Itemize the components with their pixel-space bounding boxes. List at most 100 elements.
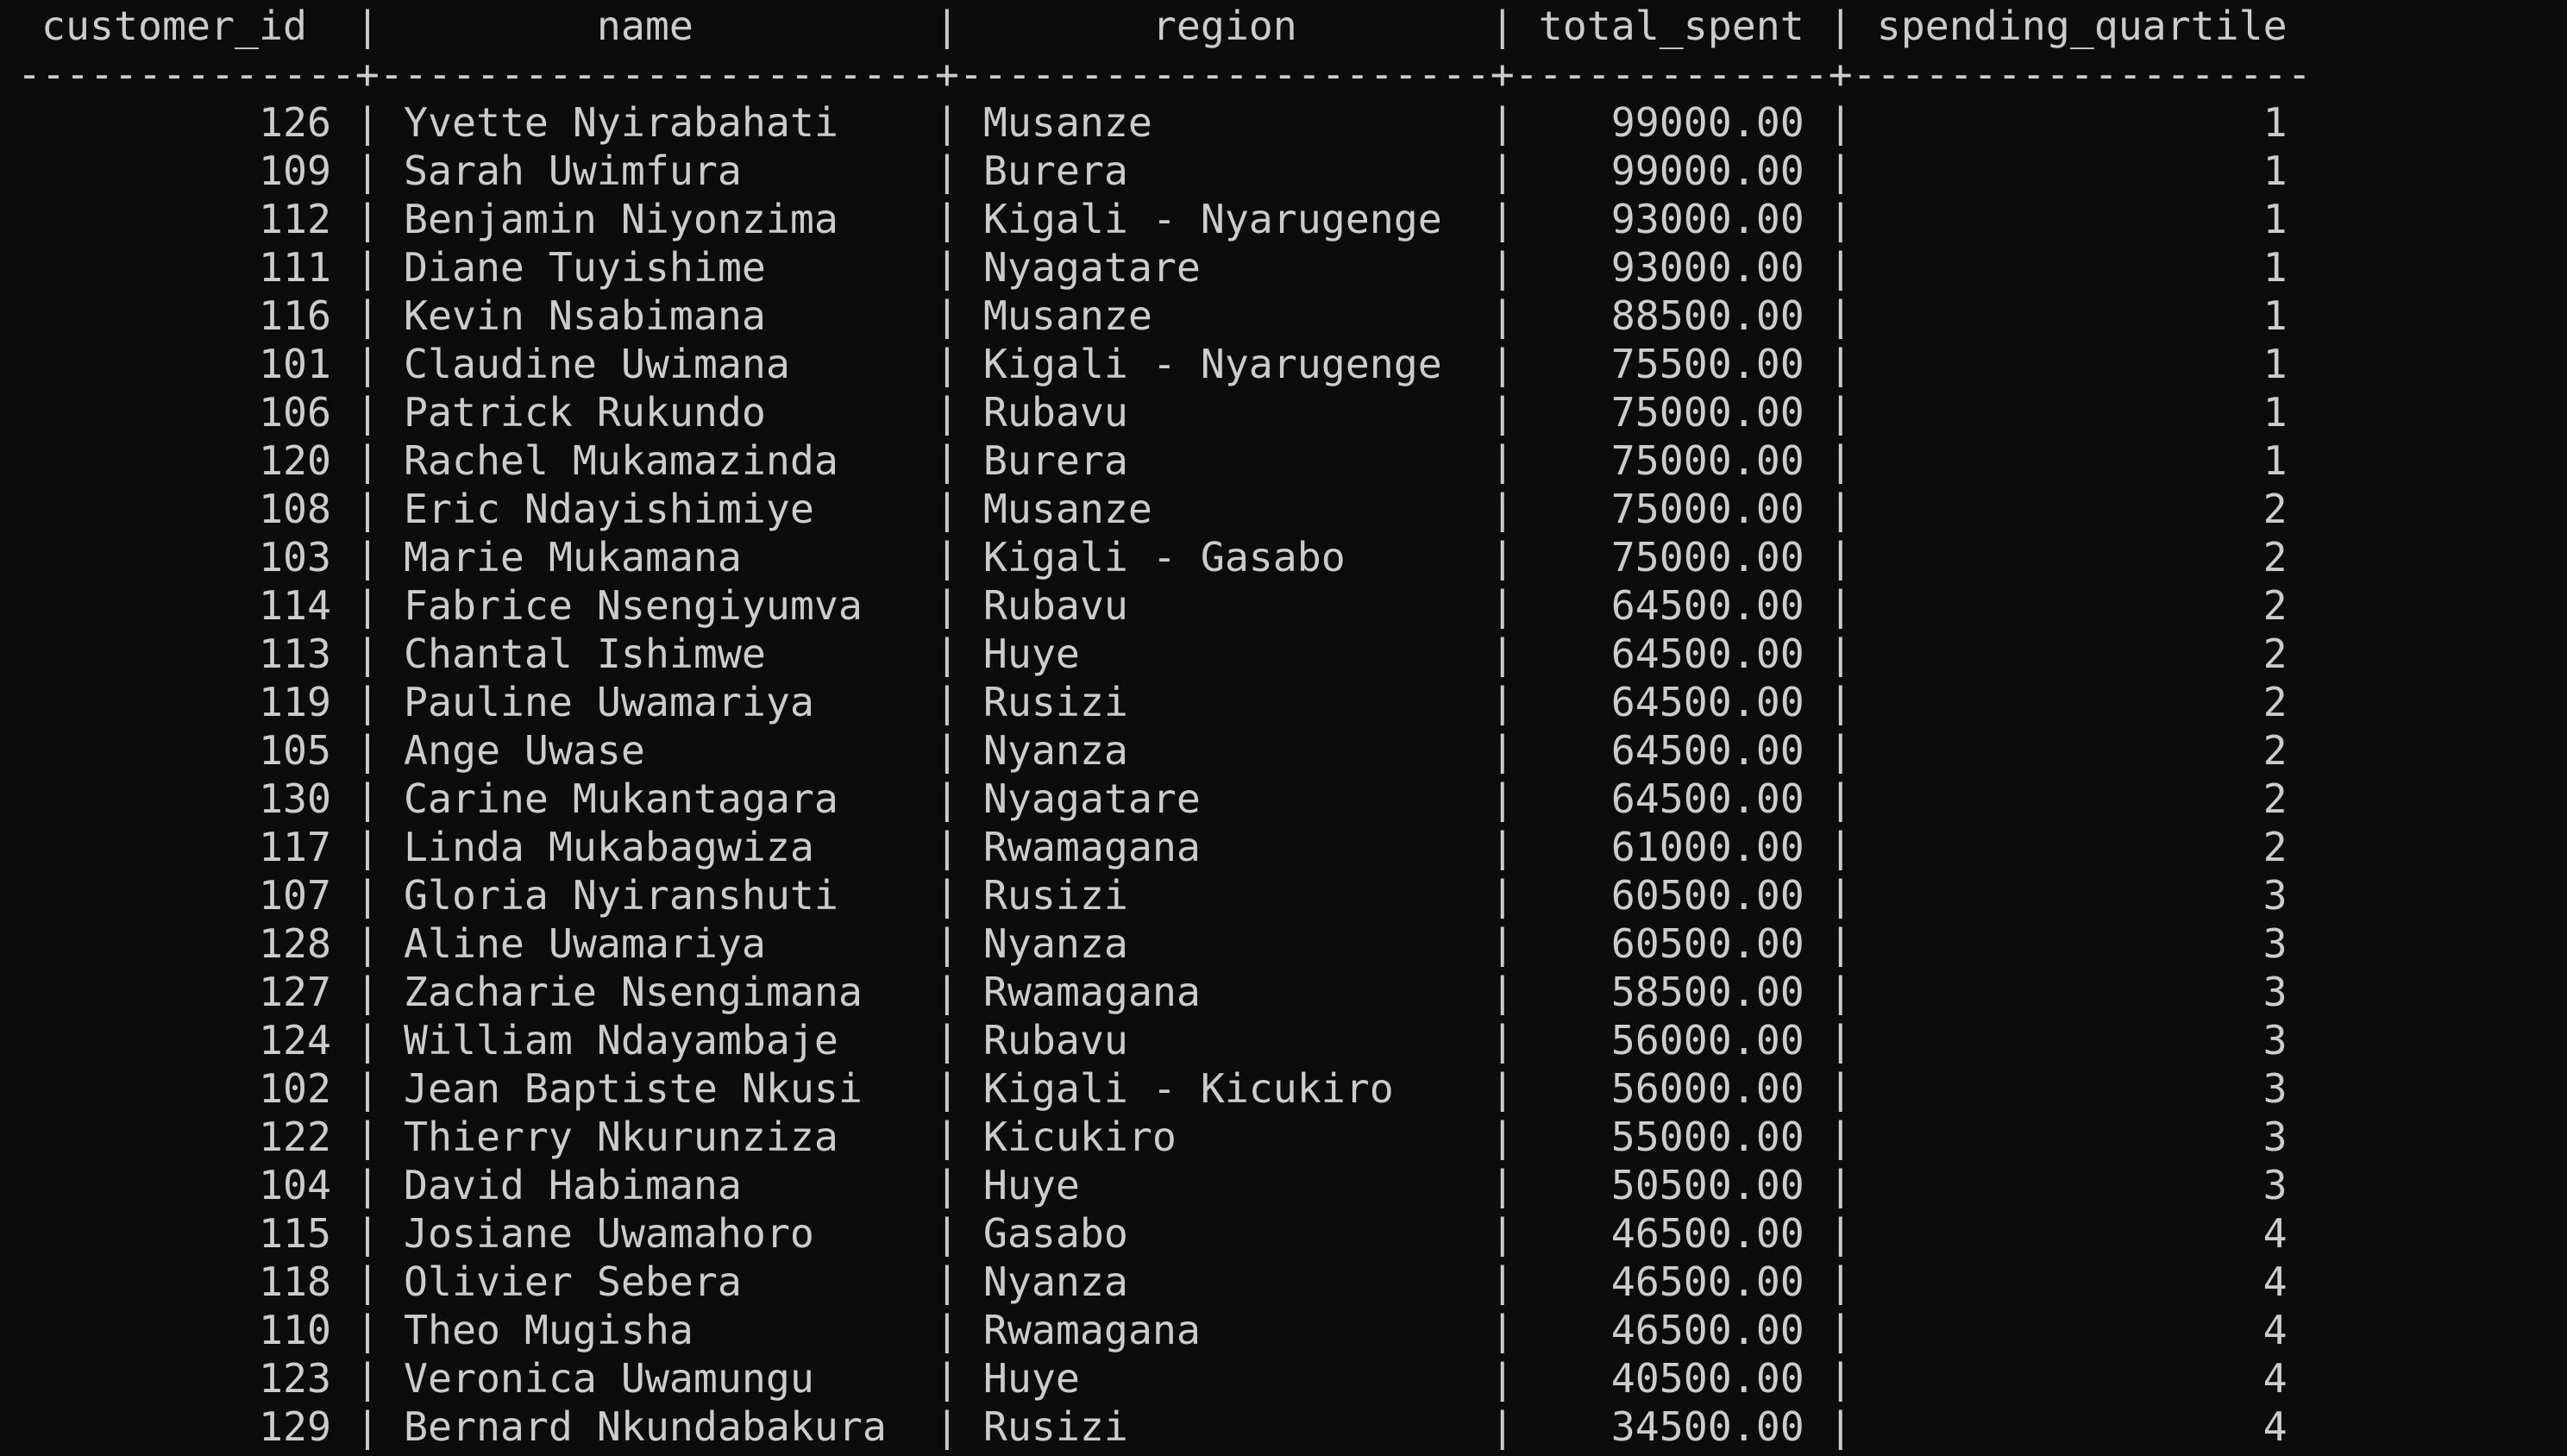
column-separator: | bbox=[1466, 244, 1515, 291]
column-separator: | bbox=[1466, 341, 1515, 387]
table-row: 116 | Kevin Nsabimana | Musanze | 88500.… bbox=[17, 292, 2312, 340]
column-separator: | bbox=[1466, 1258, 1515, 1305]
column-separator: | bbox=[1804, 534, 1853, 581]
column-header-pad bbox=[1515, 3, 1539, 49]
cell-pad bbox=[1515, 1162, 1539, 1208]
cell-name: Pauline Uwamariya bbox=[403, 679, 911, 725]
column-separator: | bbox=[330, 1162, 380, 1208]
cell-pad bbox=[1515, 775, 1539, 822]
column-separator: | bbox=[910, 1355, 959, 1402]
cell-customer-id: 112 bbox=[41, 196, 331, 242]
cell-total-spent: 56000.00 bbox=[1538, 1065, 1804, 1112]
cell-pad bbox=[380, 1162, 404, 1208]
cell-pad bbox=[1515, 631, 1539, 677]
cell-pad bbox=[1515, 341, 1539, 387]
cell-spending-quartile: 4 bbox=[1876, 1258, 2288, 1305]
cell-pad bbox=[380, 727, 404, 774]
column-separator: | bbox=[1804, 969, 1853, 1015]
cell-customer-id: 109 bbox=[41, 147, 331, 194]
column-separator: | bbox=[330, 534, 380, 581]
table-row: 112 | Benjamin Niyonzima | Kigali - Nyar… bbox=[17, 195, 2312, 243]
cell-pad bbox=[1853, 631, 1877, 677]
column-separator: | bbox=[1804, 631, 1853, 677]
table-row: 114 | Fabrice Nsengiyumva | Rubavu | 645… bbox=[17, 581, 2312, 630]
cell-spending-quartile: 2 bbox=[1876, 534, 2288, 581]
cell-pad bbox=[1515, 920, 1539, 967]
cell-customer-id: 123 bbox=[41, 1355, 331, 1402]
column-separator: | bbox=[1466, 824, 1515, 870]
cell-customer-id: 105 bbox=[41, 727, 331, 774]
cell-customer-id: 128 bbox=[41, 920, 331, 967]
cell-pad bbox=[17, 1065, 41, 1112]
cell-name: Linda Mukabagwiza bbox=[403, 824, 911, 870]
column-separator: | bbox=[1466, 1017, 1515, 1064]
table-row: 106 | Patrick Rukundo | Rubavu | 75000.0… bbox=[17, 388, 2312, 436]
cell-name: Carine Mukantagara bbox=[403, 775, 911, 822]
table-row: 117 | Linda Mukabagwiza | Rwamagana | 61… bbox=[17, 823, 2312, 871]
cell-pad bbox=[17, 389, 41, 436]
cell-customer-id: 120 bbox=[41, 437, 331, 484]
cell-region: Kigali - Nyarugenge bbox=[982, 196, 1466, 242]
terminal-window[interactable]: customer_id | name | region | total_spen… bbox=[0, 0, 2567, 1456]
cell-pad bbox=[1853, 1210, 1877, 1257]
column-separator: | bbox=[910, 1065, 959, 1112]
cell-pad bbox=[380, 582, 404, 629]
cell-region: Nyanza bbox=[982, 920, 1466, 967]
cell-pad bbox=[1515, 1403, 1539, 1450]
column-separator: | bbox=[330, 969, 380, 1015]
cell-pad bbox=[1515, 679, 1539, 725]
cell-pad bbox=[380, 99, 404, 146]
cell-pad bbox=[17, 1114, 41, 1160]
cell-total-spent: 93000.00 bbox=[1538, 196, 1804, 242]
cell-pad bbox=[1853, 1065, 1877, 1112]
cell-name: Yvette Nyirabahati bbox=[403, 99, 911, 146]
cell-customer-id: 107 bbox=[41, 872, 331, 919]
column-separator: | bbox=[1466, 534, 1515, 581]
cell-pad bbox=[1853, 1258, 1877, 1305]
cell-customer-id: 116 bbox=[41, 292, 331, 339]
cell-total-spent: 93000.00 bbox=[1538, 244, 1804, 291]
cell-spending-quartile: 2 bbox=[1876, 631, 2288, 677]
column-separator: | bbox=[910, 582, 959, 629]
cell-pad bbox=[1515, 196, 1539, 242]
cell-pad bbox=[1515, 389, 1539, 436]
column-separator: | bbox=[910, 824, 959, 870]
cell-pad bbox=[1853, 727, 1877, 774]
cell-pad bbox=[1515, 872, 1539, 919]
column-separator: | bbox=[910, 196, 959, 242]
column-separator: | bbox=[1804, 1065, 1853, 1112]
cell-pad bbox=[1853, 437, 1877, 484]
column-separator: | bbox=[330, 1258, 380, 1305]
cell-region: Burera bbox=[982, 147, 1466, 194]
cell-spending-quartile: 1 bbox=[1876, 437, 2288, 484]
cell-pad bbox=[959, 582, 983, 629]
cell-pad bbox=[1853, 920, 1877, 967]
cell-customer-id: 122 bbox=[41, 1114, 331, 1160]
cell-name: William Ndayambaje bbox=[403, 1017, 911, 1064]
cell-pad bbox=[17, 292, 41, 339]
cell-pad bbox=[1853, 292, 1877, 339]
column-separator: | bbox=[1466, 437, 1515, 484]
column-separator: | bbox=[910, 1258, 959, 1305]
cell-pad bbox=[380, 341, 404, 387]
cell-total-spent: 88500.00 bbox=[1538, 292, 1804, 339]
column-separator: | bbox=[1466, 196, 1515, 242]
cell-spending-quartile: 1 bbox=[1876, 99, 2288, 146]
column-separator: | bbox=[910, 920, 959, 967]
column-separator: | bbox=[1466, 1403, 1515, 1450]
cell-total-spent: 64500.00 bbox=[1538, 679, 1804, 725]
cell-pad bbox=[1515, 727, 1539, 774]
column-separator: | bbox=[330, 1210, 380, 1257]
table-row: 118 | Olivier Sebera | Nyanza | 46500.00… bbox=[17, 1258, 2312, 1306]
cell-total-spent: 61000.00 bbox=[1538, 824, 1804, 870]
cell-pad bbox=[17, 1355, 41, 1402]
cell-region: Rubavu bbox=[982, 582, 1466, 629]
cell-pad bbox=[1853, 1403, 1877, 1450]
cell-pad bbox=[1853, 341, 1877, 387]
column-separator: | bbox=[330, 196, 380, 242]
cell-pad bbox=[959, 1307, 983, 1353]
cell-pad bbox=[17, 1210, 41, 1257]
cell-spending-quartile: 4 bbox=[1876, 1210, 2288, 1257]
cell-name: Sarah Uwimfura bbox=[403, 147, 911, 194]
cell-spending-quartile: 4 bbox=[1876, 1355, 2288, 1402]
